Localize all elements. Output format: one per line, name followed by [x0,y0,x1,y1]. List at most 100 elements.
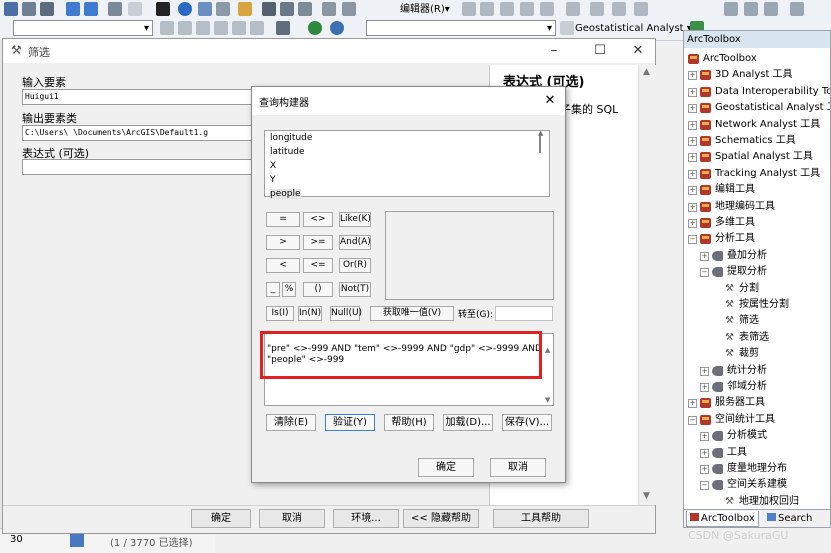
tree-toolbox-item[interactable]: − 提取分析 [684,264,830,280]
globe-icon[interactable] [308,21,322,35]
sketch-properties-icon[interactable] [634,2,648,16]
field-item[interactable]: longitude [270,133,312,143]
georef-icon[interactable] [724,2,738,16]
in-operator-button[interactable]: In(N) [298,306,322,321]
identify-icon[interactable] [178,2,192,16]
field-item[interactable]: Y [270,175,276,185]
expand-icon[interactable]: + [688,399,697,409]
query-builder-titlebar[interactable]: 查询构建器 ✕ [252,87,565,115]
clear-selection-icon[interactable] [128,2,142,16]
grid-icon[interactable] [4,2,18,16]
scroll-up-icon[interactable]: ▲ [643,67,650,77]
percent-wildcard-button[interactable]: % [282,282,296,297]
filter-window-titlebar[interactable]: ⚒ 筛选 – ☐ ✕ [3,39,655,63]
tree-root-item[interactable]: ArcToolbox [684,51,830,67]
forward-arrow-icon[interactable] [84,2,98,16]
trace-icon[interactable] [520,2,534,16]
unique-values-list[interactable] [385,211,554,300]
tree-toolbox-item[interactable]: + Data Interoperability To [684,84,830,100]
expand-icon[interactable]: + [688,120,697,130]
tree-toolbox-item[interactable]: + Schematics 工具 [684,133,830,149]
expand-icon[interactable]: + [688,153,697,163]
editor-menu[interactable]: 编辑器(R)▾ [400,2,450,17]
expand-icon[interactable]: + [688,137,697,146]
clear-button[interactable]: 清除(E) [266,414,316,431]
is-operator-button[interactable]: Is(I) [266,306,294,321]
go-to-input[interactable] [495,306,553,321]
draw-icon[interactable] [160,21,174,35]
help-scrollbar[interactable]: ▲ ▼ [638,65,656,505]
tree-toolbox-item[interactable]: + 度量地理分布 [684,461,830,477]
expression-field[interactable] [22,159,254,175]
not-equal-operator-button[interactable]: <> [303,212,333,227]
environments-button[interactable]: 环境... [333,509,399,528]
input-features-field[interactable]: Huigui1 [22,89,254,105]
tree-toolbox-item[interactable]: + Spatial Analyst 工具 [684,149,830,165]
select-features-icon[interactable] [108,2,122,16]
layer-tool-icon[interactable] [560,21,574,35]
edit-tool-icon[interactable] [462,2,476,16]
tree-toolbox-item[interactable]: + 邻域分析 [684,379,830,395]
line-color-icon[interactable] [250,21,264,35]
tree-tool-item[interactable]: ⚒ 分割 [684,281,830,297]
collapse-icon[interactable]: − [688,235,697,245]
minimize-button[interactable]: – [541,42,567,60]
tree-toolbox-item[interactable]: + 多维工具 [684,215,830,231]
tree-toolbox-item[interactable]: + Network Analyst 工具 [684,117,830,133]
or-operator-button[interactable]: Or(R) [339,258,371,273]
tree-tool-item[interactable]: ⚒ 筛选 [684,313,830,329]
expand-icon[interactable]: + [688,71,697,81]
get-unique-values-button[interactable]: 获取唯一值(V) [370,306,454,321]
html-popup-icon[interactable] [198,2,212,16]
collapse-icon[interactable]: − [700,481,709,491]
qb-cancel-button[interactable]: 取消 [490,458,546,477]
greater-operator-button[interactable]: > [266,235,300,250]
equals-operator-button[interactable]: = [266,212,300,227]
find-icon[interactable] [216,2,230,16]
tree-toolbox-item[interactable]: + 统计分析 [684,363,830,379]
new-text-icon[interactable] [178,21,192,35]
expand-icon[interactable]: + [700,448,709,458]
tool-help-button[interactable]: 工具帮助 [493,509,589,528]
scroll-down-icon[interactable]: ▼ [643,491,650,501]
collapse-icon[interactable]: − [700,268,709,278]
scroll-down-icon[interactable]: ▼ [545,396,550,404]
tree-tool-item[interactable]: ⚒ 裁剪 [684,346,830,362]
tree-toolbox-item[interactable]: +3D Analyst 工具 [684,67,830,83]
hide-help-button[interactable]: << 隐藏帮助 [403,509,479,528]
table-view-icon[interactable] [70,533,84,547]
tree-toolbox-item[interactable]: + Tracking Analyst 工具 [684,166,830,182]
measure-icon[interactable] [238,2,252,16]
tree-toolbox-item[interactable]: + 叠加分析 [684,248,830,264]
georeference-layer-combo[interactable]: ▾ [366,20,556,36]
underscore-wildcard-button[interactable]: _ [266,282,280,297]
tree-toolbox-item[interactable]: + 分析模式 [684,428,830,444]
geostatistical-analyst-menu[interactable]: Geostatistical Analyst ▾ [575,21,692,36]
catalog-icon[interactable] [298,2,312,16]
rectangle-icon[interactable] [196,21,210,35]
expand-icon[interactable]: + [688,169,697,179]
tree-toolbox-item[interactable]: + 工具 [684,445,830,461]
layout-icon[interactable] [280,2,294,16]
tree-tool-item[interactable]: ⚒ 表筛选 [684,330,830,346]
load-button[interactable]: 加载(D)... [443,414,493,431]
output-feature-class-field[interactable]: C:\Users\ \Documents\ArcGIS\Default1.g [22,125,254,141]
expand-icon[interactable]: + [688,202,697,212]
field-item-selected[interactable]: people [270,189,301,199]
and-operator-button[interactable]: And(A) [339,235,371,250]
attributes-icon[interactable] [612,2,626,16]
reshape-icon[interactable] [590,2,604,16]
python-icon[interactable] [322,2,336,16]
layer-combo[interactable]: ▾ [13,20,153,36]
cancel-button[interactable]: 取消 [259,509,325,528]
qb-ok-button[interactable]: 确定 [418,458,474,477]
parentheses-button[interactable]: () [303,282,333,297]
null-operator-button[interactable]: Null(U) [330,306,362,321]
extent-icon[interactable] [40,2,54,16]
pan-icon[interactable] [22,2,36,16]
select-arrow-icon[interactable] [156,2,170,16]
scroll-up-icon[interactable]: ▲ [545,346,550,354]
tree-toolbox-item[interactable]: − 分析工具 [684,231,830,247]
table-icon[interactable] [262,2,276,16]
greater-equal-operator-button[interactable]: >= [303,235,333,250]
